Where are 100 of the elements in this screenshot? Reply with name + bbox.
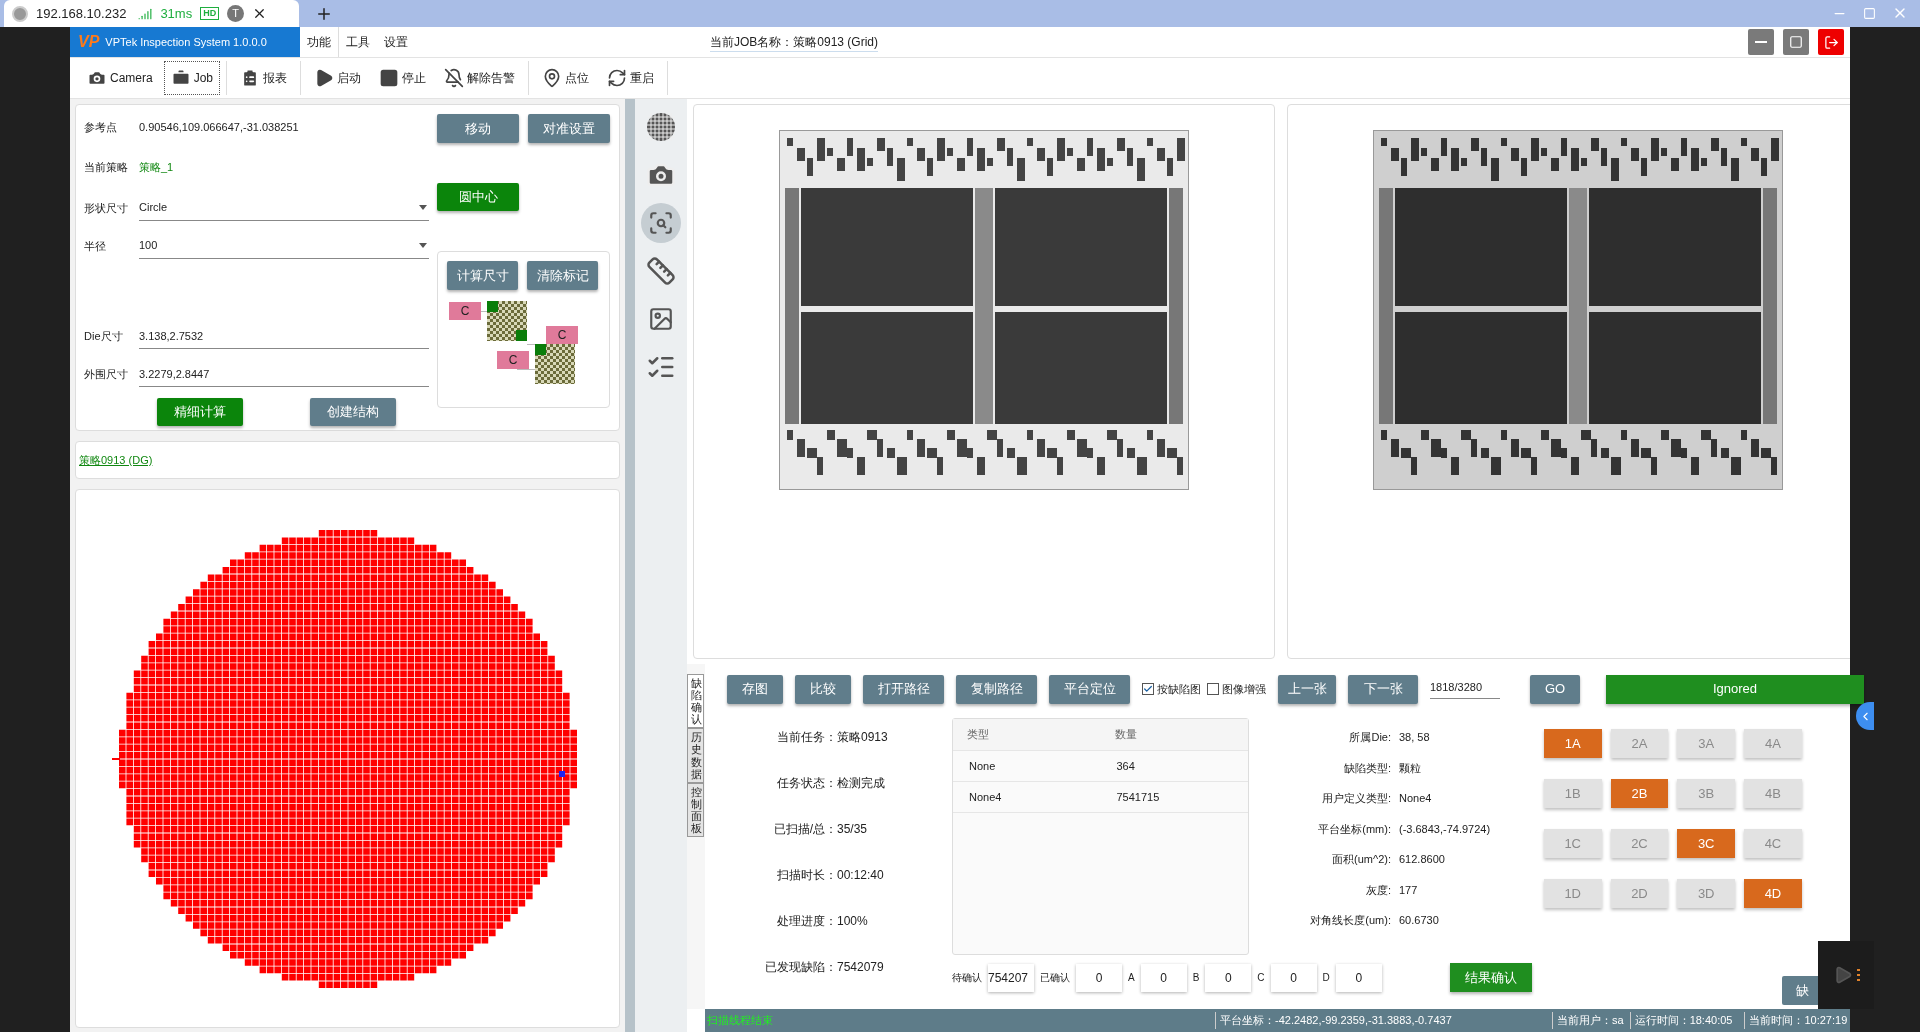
side-tool-button[interactable] bbox=[641, 203, 681, 243]
grade-button[interactable]: 4A bbox=[1744, 729, 1802, 758]
input-field[interactable]: 3.2279,2.8447 bbox=[139, 361, 429, 387]
field-label: 半径 bbox=[84, 238, 107, 254]
vertical-tab[interactable]: 控制面板 bbox=[687, 782, 704, 838]
count-field[interactable]: 0 bbox=[1335, 963, 1382, 992]
info-value: 颗粒 bbox=[1399, 760, 1421, 776]
status-coords: 平台坐标：-42.2482,-99.2359,-31.3883,-0.7437 bbox=[1215, 1012, 1552, 1029]
grade-button[interactable]: 1B bbox=[1543, 779, 1602, 808]
action-button[interactable]: 计算尺寸 bbox=[447, 261, 518, 290]
grade-button[interactable]: 3C bbox=[1677, 829, 1736, 858]
toolbar-button[interactable]: Camera bbox=[80, 61, 160, 95]
toolbar-button[interactable]: 启动 bbox=[307, 61, 369, 95]
tag-label: C bbox=[449, 302, 481, 320]
toolbar-button[interactable]: 点位 bbox=[535, 61, 597, 95]
info-label: 对角线长度(um): bbox=[1309, 913, 1392, 928]
action-button[interactable]: 比较 bbox=[795, 674, 851, 704]
input-field[interactable]: 3.138,2.7532 bbox=[139, 323, 429, 349]
grade-button[interactable]: 2C bbox=[1610, 829, 1669, 858]
grade-button[interactable]: 4B bbox=[1744, 779, 1802, 808]
confirm-button[interactable]: 结果确认 bbox=[1449, 963, 1532, 992]
toolbar-button[interactable]: 解除告警 bbox=[437, 61, 523, 95]
info-value: 检测完成 bbox=[837, 775, 885, 792]
grade-button[interactable]: 2A bbox=[1610, 729, 1669, 758]
exit-icon bbox=[1823, 34, 1839, 50]
grade-button[interactable]: 3B bbox=[1677, 779, 1736, 808]
checkbox[interactable] bbox=[1142, 683, 1154, 695]
count-field[interactable]: 754207 bbox=[988, 963, 1034, 992]
browser-tab[interactable]: 192.168.10.232 31ms HD T bbox=[4, 0, 299, 27]
count-field[interactable]: 0 bbox=[1076, 963, 1122, 992]
info-label: 任务状态： bbox=[776, 775, 837, 792]
grade-button[interactable]: 1A bbox=[1543, 729, 1602, 758]
action-button[interactable]: 打开路径 bbox=[863, 674, 944, 704]
site-icon bbox=[12, 5, 28, 22]
strategy-link[interactable]: 策略0913 (DG) bbox=[79, 451, 153, 469]
count-field[interactable]: 0 bbox=[1140, 963, 1187, 992]
toolbar-button[interactable]: 停止 bbox=[372, 61, 434, 95]
toolbar-button[interactable]: Job bbox=[163, 61, 221, 95]
wafer-grid-icon bbox=[646, 112, 676, 142]
action-button[interactable]: 存图 bbox=[727, 674, 783, 704]
prev-button[interactable]: 上一张 bbox=[1278, 674, 1336, 704]
info-label: 已发现缺陷： bbox=[764, 959, 837, 976]
corner-marker bbox=[535, 344, 546, 355]
go-button[interactable]: GO bbox=[1530, 674, 1580, 704]
grade-button[interactable]: 2D bbox=[1610, 879, 1669, 908]
info-label: 已扫描/总： bbox=[772, 821, 837, 838]
checkbox-option[interactable]: 图像增强 bbox=[1207, 680, 1266, 698]
refresh-icon bbox=[607, 68, 628, 88]
dropdown-field[interactable]: Circle bbox=[139, 195, 429, 221]
info-label: 所属Die: bbox=[1348, 730, 1392, 745]
vertical-tab[interactable]: 缺陷确认 bbox=[687, 674, 704, 729]
menu-tab[interactable]: 工具 bbox=[339, 27, 377, 57]
count-field[interactable]: 0 bbox=[1205, 963, 1252, 992]
count-label: 已确认 bbox=[1040, 971, 1070, 985]
info-value: 612.8600 bbox=[1399, 852, 1445, 867]
avatar-badge: T bbox=[227, 5, 245, 22]
grade-button[interactable]: 1C bbox=[1543, 829, 1602, 858]
signal-icon bbox=[138, 6, 153, 21]
page-field[interactable]: 1818/3280 bbox=[1430, 679, 1500, 699]
action-button[interactable]: 复制路径 bbox=[956, 674, 1037, 704]
maximize-button[interactable] bbox=[1783, 29, 1809, 55]
toolbar-button[interactable]: 重启 bbox=[600, 61, 662, 95]
toolbar-button[interactable]: 报表 bbox=[233, 61, 295, 95]
grade-button[interactable]: 3D bbox=[1677, 879, 1736, 908]
dots-icon[interactable] bbox=[1856, 969, 1860, 981]
ping-text: 31ms bbox=[160, 4, 193, 23]
checkbox-option[interactable]: 按缺陷图 bbox=[1142, 680, 1201, 698]
defect-button[interactable]: 缺 bbox=[1782, 976, 1818, 1005]
action-button[interactable]: 精细计算 bbox=[157, 398, 244, 426]
info-label: 扫描时长： bbox=[776, 867, 837, 884]
checkbox[interactable] bbox=[1207, 683, 1219, 695]
action-button[interactable]: 清除标记 bbox=[527, 261, 598, 290]
menu-tab[interactable]: 设置 bbox=[377, 27, 415, 57]
new-tab-icon[interactable] bbox=[315, 5, 333, 23]
grade-button[interactable]: 1D bbox=[1543, 879, 1602, 908]
caret-icon bbox=[419, 243, 427, 248]
action-button[interactable]: 移动 bbox=[437, 114, 519, 143]
corner-marker bbox=[516, 330, 527, 341]
minimize-icon bbox=[1755, 41, 1767, 43]
next-button[interactable]: 下一张 bbox=[1348, 674, 1418, 704]
briefcase-icon bbox=[170, 68, 191, 88]
vertical-tab[interactable]: 历史数据 bbox=[687, 728, 704, 783]
field-label: 外围尺寸 bbox=[84, 366, 129, 382]
count-label: B bbox=[1192, 971, 1200, 985]
ruler-icon bbox=[646, 256, 676, 286]
dropdown-field[interactable]: 100 bbox=[139, 233, 429, 259]
result-status-button[interactable]: Ignored bbox=[1606, 674, 1864, 704]
grade-button[interactable]: 3A bbox=[1677, 729, 1736, 758]
action-button[interactable]: 平台定位 bbox=[1049, 674, 1130, 704]
action-button[interactable]: 圆中心 bbox=[437, 183, 519, 211]
info-value: 177 bbox=[1399, 882, 1418, 898]
count-field[interactable]: 0 bbox=[1270, 963, 1317, 992]
minimize-button[interactable] bbox=[1748, 29, 1774, 55]
action-button[interactable]: 创建结构 bbox=[309, 398, 396, 426]
info-label: 用户定义类型: bbox=[1320, 791, 1392, 806]
action-button[interactable]: 对准设置 bbox=[528, 114, 610, 143]
exit-button[interactable] bbox=[1818, 29, 1844, 55]
grade-button[interactable]: 4C bbox=[1744, 829, 1802, 858]
grade-button[interactable]: 2B bbox=[1610, 779, 1669, 808]
grade-button[interactable]: 4D bbox=[1744, 879, 1802, 908]
